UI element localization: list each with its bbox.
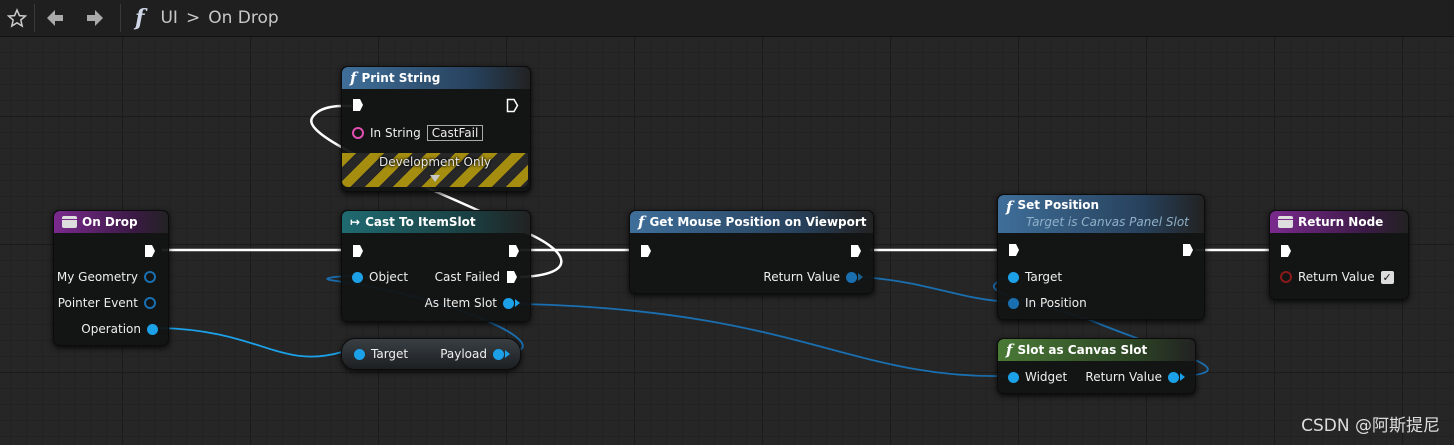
pin-label: Widget bbox=[1025, 370, 1068, 384]
node-title: Return Node bbox=[1298, 215, 1384, 229]
target-pin[interactable]: Target bbox=[354, 347, 408, 361]
node-print-string[interactable]: f Print String In String CastFail Develop… bbox=[341, 66, 531, 192]
node-slot-as-canvas-slot[interactable]: f Slot as Canvas Slot Widget Return Value bbox=[997, 338, 1196, 394]
return-value-pin[interactable]: Return Value ✓ bbox=[1280, 270, 1394, 284]
function-icon: f bbox=[350, 69, 357, 87]
in-position-pin[interactable]: In Position bbox=[1008, 296, 1087, 310]
payload-pin[interactable]: Payload bbox=[440, 347, 510, 361]
widget-pin[interactable]: Widget bbox=[1008, 370, 1067, 384]
function-icon: f bbox=[1006, 341, 1013, 359]
pin-label: Return Value bbox=[1085, 370, 1162, 384]
event-icon bbox=[62, 216, 77, 228]
exec-in-pin[interactable] bbox=[352, 244, 364, 258]
pin-label: Return Value bbox=[763, 270, 840, 284]
wire-operation-payload bbox=[159, 327, 343, 358]
node-title: Slot as Canvas Slot bbox=[1017, 343, 1148, 357]
return-value-pin[interactable]: Return Value bbox=[763, 270, 863, 284]
node-set-position[interactable]: f Set Position Target is Canvas Panel Slo… bbox=[997, 194, 1205, 320]
node-subtitle: Target is Canvas Panel Slot bbox=[1026, 215, 1189, 229]
as-item-slot-pin[interactable]: As Item Slot bbox=[425, 296, 520, 310]
pin-label: Payload bbox=[440, 347, 487, 361]
watermark: CSDN @阿斯提尼 bbox=[1301, 416, 1440, 436]
target-pin[interactable]: Target bbox=[1008, 270, 1062, 284]
my-geometry-pin[interactable]: My Geometry bbox=[57, 270, 156, 284]
return-value-pin[interactable]: Return Value bbox=[1085, 370, 1185, 384]
node-title: Get Mouse Position on Viewport bbox=[649, 215, 867, 229]
pointer-event-pin[interactable]: Pointer Event bbox=[58, 296, 156, 310]
function-icon: f bbox=[638, 213, 645, 231]
exec-out-pin[interactable] bbox=[144, 244, 156, 258]
pin-label: In Position bbox=[1025, 296, 1087, 310]
pin-label: Object bbox=[369, 270, 409, 284]
in-string-value[interactable]: CastFail bbox=[426, 125, 484, 141]
object-pin[interactable]: Object bbox=[352, 270, 408, 284]
return-icon bbox=[1278, 216, 1293, 228]
cast-failed-pin[interactable]: Cast Failed bbox=[435, 270, 518, 284]
exec-out-pin[interactable] bbox=[508, 244, 520, 258]
in-string-pin[interactable]: In String CastFail bbox=[352, 125, 484, 141]
node-title: On Drop bbox=[82, 215, 138, 229]
checkbox-checked-icon[interactable]: ✓ bbox=[1380, 270, 1394, 284]
node-payload-getter[interactable]: Target Payload bbox=[341, 338, 521, 370]
pin-label: Return Value bbox=[1298, 270, 1375, 284]
cast-icon: ↦ bbox=[350, 215, 361, 229]
node-return-node[interactable]: Return Node Return Value ✓ bbox=[1269, 210, 1409, 300]
pin-label: Target bbox=[1025, 270, 1063, 284]
node-on-drop[interactable]: On Drop My Geometry Pointer Event Operat… bbox=[53, 210, 169, 346]
node-cast-to-itemslot[interactable]: ↦ Cast To ItemSlot Object Cast Failed As … bbox=[341, 210, 531, 322]
pin-label: Pointer Event bbox=[57, 296, 138, 310]
node-title: Set Position bbox=[1017, 198, 1100, 212]
development-only-label: Development Only bbox=[378, 155, 492, 169]
operation-pin[interactable]: Operation bbox=[81, 322, 158, 336]
function-icon: f bbox=[1006, 198, 1013, 216]
pin-label: My Geometry bbox=[56, 270, 138, 284]
string-pin-icon bbox=[352, 127, 364, 139]
wire-asitem-widget bbox=[519, 303, 1011, 378]
node-title: Cast To ItemSlot bbox=[365, 215, 476, 229]
exec-in-pin[interactable] bbox=[1008, 243, 1020, 257]
wire-mousepos-inposition bbox=[861, 276, 1013, 303]
exec-out-pin[interactable] bbox=[1182, 243, 1194, 257]
pin-label: Target bbox=[371, 347, 409, 361]
expand-arrow-icon[interactable] bbox=[430, 175, 440, 182]
exec-out-pin[interactable] bbox=[506, 98, 519, 113]
pin-label: Operation bbox=[81, 322, 141, 336]
exec-in-pin[interactable] bbox=[352, 98, 364, 112]
node-get-mouse-position[interactable]: f Get Mouse Position on Viewport Return V… bbox=[629, 210, 874, 294]
pin-label: In String bbox=[370, 126, 421, 140]
development-only-banner: Development Only bbox=[342, 153, 528, 187]
exec-in-pin[interactable] bbox=[640, 244, 652, 258]
pin-label: As Item Slot bbox=[424, 296, 497, 310]
exec-in-pin[interactable] bbox=[1280, 244, 1292, 258]
pin-label: Cast Failed bbox=[434, 270, 500, 284]
exec-out-pin[interactable] bbox=[850, 244, 862, 258]
node-title: Print String bbox=[361, 71, 441, 85]
